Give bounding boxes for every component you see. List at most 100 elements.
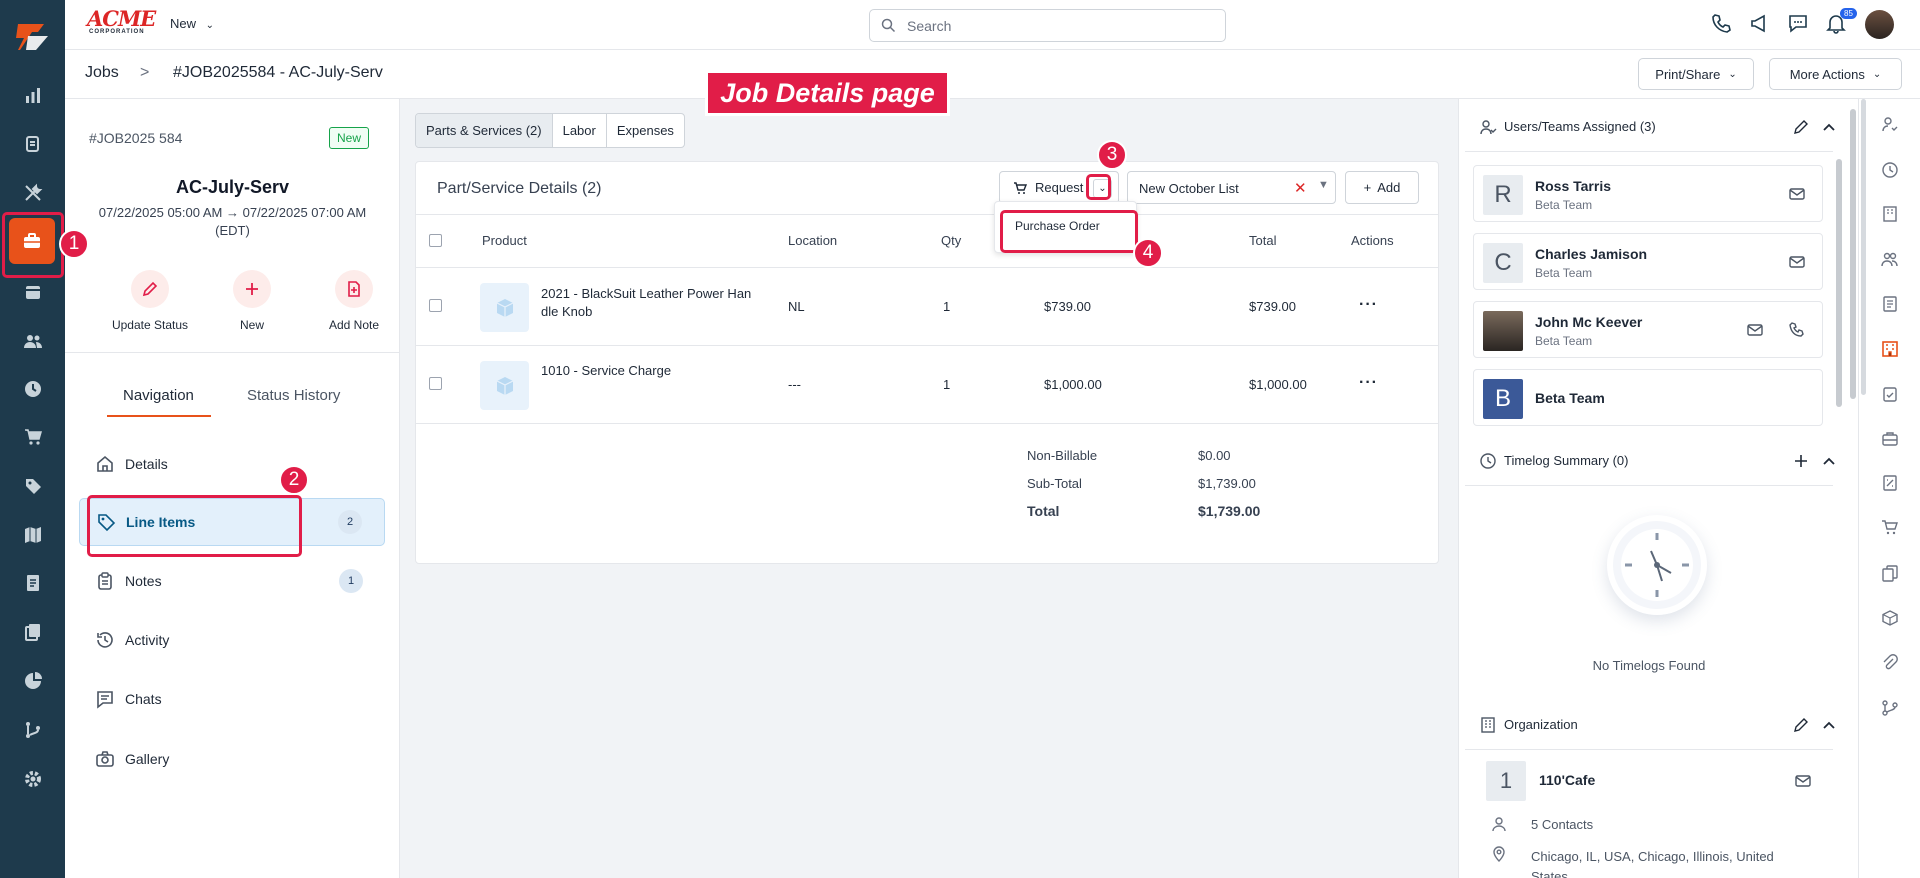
phone-icon[interactable] bbox=[1710, 12, 1732, 34]
print-share-button[interactable]: Print/Share ⌄ bbox=[1638, 58, 1754, 90]
sidebar-item-activity[interactable]: Activity bbox=[79, 616, 385, 664]
documents-icon[interactable] bbox=[20, 131, 46, 157]
purchase-order-menu-item[interactable]: Purchase Order bbox=[1015, 219, 1100, 233]
dashboard-icon[interactable] bbox=[20, 83, 46, 109]
job-schedule: 07/22/2025 05:00 AM → 07/22/2025 07:00 A… bbox=[85, 204, 380, 240]
breadcrumb-jobs-link[interactable]: Jobs bbox=[85, 64, 119, 82]
settings-icon[interactable] bbox=[20, 766, 46, 792]
product-name[interactable]: 2021 - BlackSuit Leather Power Han dle Kn… bbox=[541, 285, 751, 321]
clear-icon[interactable]: ✕ bbox=[1294, 179, 1307, 197]
contacts-icon[interactable] bbox=[1881, 250, 1901, 270]
brand-logo[interactable]: ACME bbox=[87, 8, 156, 29]
building-icon[interactable] bbox=[1881, 205, 1901, 225]
col-qty: Qty bbox=[941, 233, 962, 248]
sidebar-item-gallery[interactable]: Gallery bbox=[79, 735, 385, 783]
pencil-icon[interactable] bbox=[1793, 717, 1809, 733]
cart-icon[interactable] bbox=[20, 424, 46, 450]
workflow-icon[interactable] bbox=[20, 717, 46, 743]
building-icon bbox=[1481, 716, 1495, 733]
organization-active-icon[interactable] bbox=[1881, 340, 1901, 360]
user-check-icon[interactable] bbox=[1881, 115, 1901, 135]
add-note-button[interactable]: Add Note bbox=[309, 270, 399, 332]
mail-icon[interactable] bbox=[1794, 772, 1812, 790]
sidebar-item-label: Chats bbox=[125, 691, 162, 707]
sidebar-item-details[interactable]: Details bbox=[79, 440, 385, 488]
clock-icon[interactable] bbox=[20, 376, 46, 402]
user-card[interactable]: R Ross Tarris Beta Team bbox=[1473, 165, 1823, 222]
jobs-icon[interactable] bbox=[9, 218, 55, 264]
organization-name[interactable]: 110'Cafe bbox=[1539, 772, 1595, 788]
app-logo-icon[interactable] bbox=[12, 16, 52, 56]
more-options-icon[interactable]: ··· bbox=[1359, 296, 1378, 314]
row-checkbox[interactable] bbox=[429, 377, 442, 390]
contract-icon[interactable] bbox=[1881, 295, 1901, 315]
price-list-select[interactable]: New October List ✕ ▼ bbox=[1127, 171, 1336, 204]
checklist-icon[interactable] bbox=[1881, 385, 1901, 405]
team-card[interactable]: B Beta Team bbox=[1473, 369, 1823, 426]
tools-icon[interactable] bbox=[20, 180, 46, 206]
update-status-button[interactable]: Update Status bbox=[105, 270, 195, 332]
new-button[interactable]: New bbox=[207, 270, 297, 332]
sidebar-item-notes[interactable]: Notes 1 bbox=[79, 557, 385, 605]
more-options-icon[interactable]: ··· bbox=[1359, 374, 1378, 392]
request-button[interactable]: Request ⌄ bbox=[999, 171, 1119, 204]
user-card[interactable]: John Mc Keever Beta Team bbox=[1473, 301, 1823, 358]
contacts-count[interactable]: 5 Contacts bbox=[1531, 817, 1593, 832]
copy-icon[interactable] bbox=[1881, 564, 1901, 584]
chevron-down-icon: ⌄ bbox=[1872, 68, 1882, 80]
add-button[interactable]: + Add bbox=[1345, 171, 1419, 204]
chevron-down-icon[interactable]: ⌄ bbox=[1093, 179, 1112, 198]
sidebar-item-line-items[interactable]: Line Items 2 bbox=[79, 498, 385, 546]
user-team: Beta Team bbox=[1535, 266, 1593, 280]
product-name[interactable]: 1010 - Service Charge bbox=[541, 363, 671, 378]
briefcase-icon[interactable] bbox=[1881, 430, 1901, 450]
search-input[interactable]: Search bbox=[869, 9, 1226, 42]
customers-icon[interactable] bbox=[20, 328, 46, 354]
tab-status-history[interactable]: Status History bbox=[247, 387, 340, 404]
plus-icon[interactable] bbox=[1793, 453, 1809, 469]
avatar: B bbox=[1483, 379, 1523, 419]
annotation-title: Job Details page bbox=[705, 70, 950, 116]
package-icon[interactable] bbox=[1881, 609, 1901, 629]
phone-icon[interactable] bbox=[1788, 321, 1806, 339]
chevron-up-icon[interactable] bbox=[1821, 119, 1837, 135]
calendar-icon[interactable] bbox=[20, 279, 46, 305]
home-icon bbox=[97, 455, 113, 472]
cart-dollar-icon[interactable] bbox=[1881, 519, 1901, 539]
tab-navigation[interactable]: Navigation bbox=[123, 387, 194, 404]
row-checkbox[interactable] bbox=[429, 299, 442, 312]
paperclip-icon[interactable] bbox=[1881, 654, 1901, 674]
more-actions-button[interactable]: More Actions ⌄ bbox=[1769, 58, 1902, 90]
estimate-icon[interactable] bbox=[1881, 474, 1901, 494]
timelog-icon[interactable] bbox=[1881, 161, 1901, 181]
map-icon[interactable] bbox=[20, 522, 46, 548]
tab-labor[interactable]: Labor bbox=[553, 114, 607, 147]
tag-icon[interactable] bbox=[20, 473, 46, 499]
chevron-down-icon[interactable]: ▼ bbox=[1318, 179, 1329, 191]
select-all-checkbox[interactable] bbox=[429, 234, 442, 247]
invoice-icon[interactable] bbox=[20, 570, 46, 596]
tab-expenses[interactable]: Expenses bbox=[607, 114, 684, 147]
timelog-icon bbox=[1480, 452, 1496, 469]
search-placeholder: Search bbox=[907, 18, 952, 34]
chevron-up-icon[interactable] bbox=[1821, 717, 1837, 733]
mail-icon[interactable] bbox=[1746, 321, 1764, 339]
copy-icon[interactable] bbox=[20, 619, 46, 645]
rail-scrollbar[interactable] bbox=[1861, 99, 1866, 395]
megaphone-icon[interactable] bbox=[1749, 12, 1771, 34]
mail-icon[interactable] bbox=[1788, 185, 1806, 203]
users-scrollbar[interactable] bbox=[1836, 159, 1842, 407]
workflow-icon[interactable] bbox=[1881, 699, 1901, 719]
panel-scrollbar[interactable] bbox=[1850, 109, 1856, 399]
chat-icon[interactable] bbox=[1787, 12, 1809, 34]
reports-icon[interactable] bbox=[20, 668, 46, 694]
user-avatar[interactable] bbox=[1865, 10, 1894, 39]
chevron-up-icon[interactable] bbox=[1821, 453, 1837, 469]
user-card[interactable]: C Charles Jamison Beta Team bbox=[1473, 233, 1823, 290]
pencil-icon[interactable] bbox=[1793, 119, 1809, 135]
mail-icon[interactable] bbox=[1788, 253, 1806, 271]
user-team: Beta Team bbox=[1535, 198, 1593, 212]
new-menu-dropdown[interactable]: New ⌄ bbox=[170, 16, 214, 31]
sidebar-item-chats[interactable]: Chats bbox=[79, 675, 385, 723]
tab-parts-services[interactable]: Parts & Services (2) bbox=[416, 114, 553, 147]
